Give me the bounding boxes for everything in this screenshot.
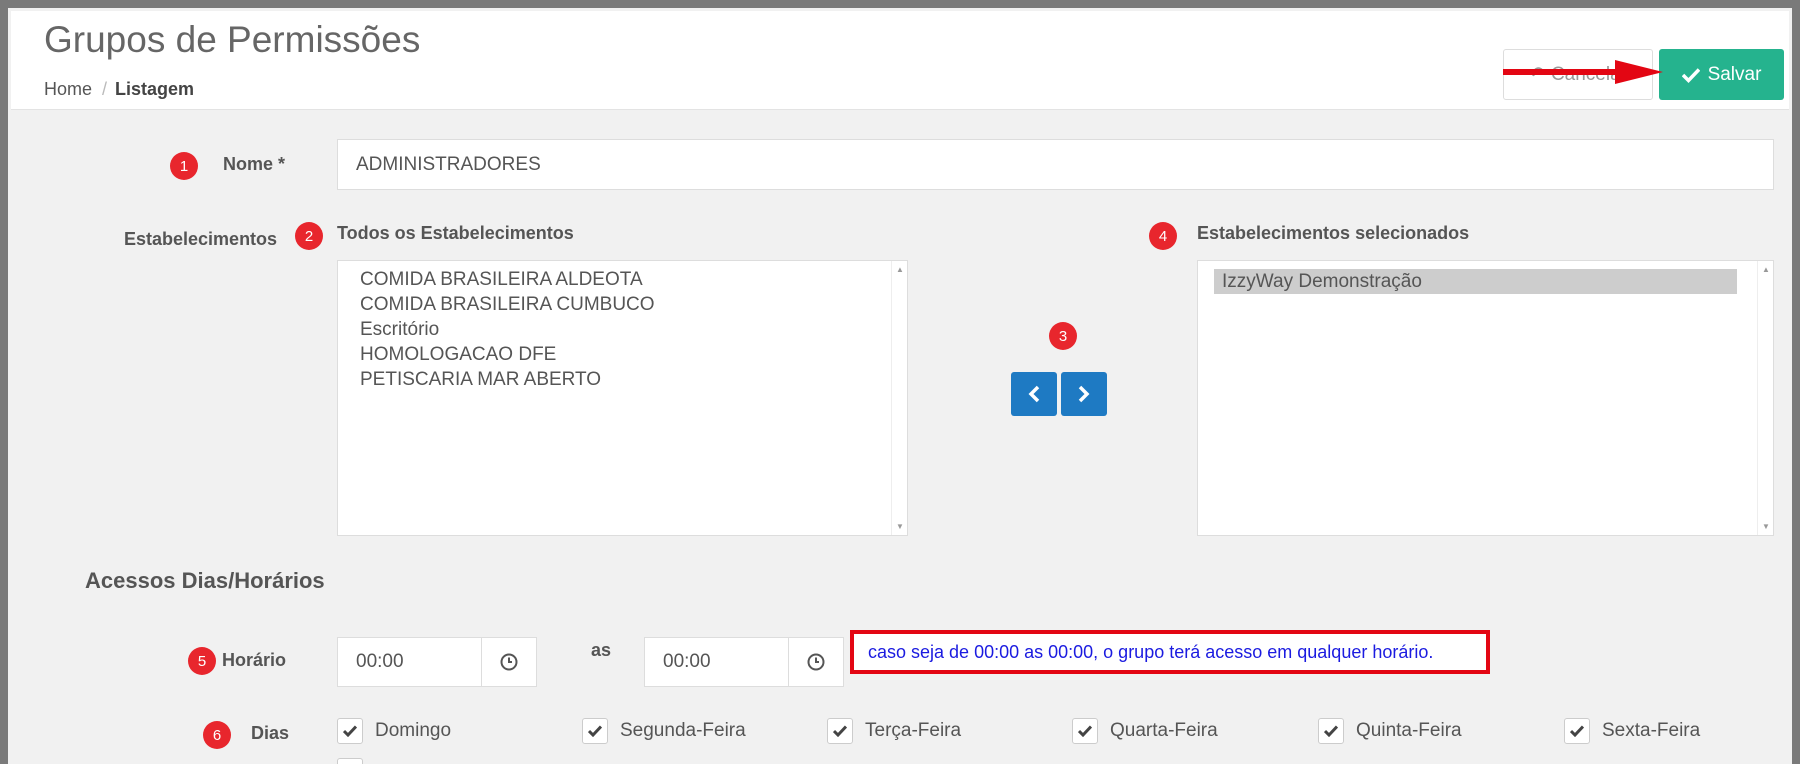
page-title: Grupos de Permissões <box>44 19 421 60</box>
clock-icon[interactable] <box>482 638 536 686</box>
selected-establishments-title: Estabelecimentos selecionados <box>1197 223 1470 243</box>
page-header: Grupos de Permissões Home/Listagem ↶ Can… <box>11 11 1789 110</box>
access-section-title: Acessos Dias/Horários <box>85 568 325 593</box>
scroll-down-icon[interactable]: ▼ <box>896 522 904 531</box>
day-label: Domingo <box>375 720 452 741</box>
list-item[interactable]: COMIDA BRASILEIRA ALDEOTA <box>338 267 907 292</box>
selected-establishments-list[interactable]: IzzyWay Demonstração ▲ ▼ <box>1197 260 1774 536</box>
checkbox[interactable] <box>827 718 853 744</box>
days-label: Dias <box>251 723 290 743</box>
checkbox[interactable] <box>1072 718 1098 744</box>
move-left-button[interactable] <box>1011 372 1057 416</box>
check-icon <box>1681 67 1700 83</box>
day-label: Sexta-Feira <box>1602 720 1701 741</box>
day-checkbox-quinta[interactable]: Quinta-Feira <box>1318 718 1462 744</box>
step-badge-3: 3 <box>1049 322 1077 350</box>
breadcrumb-current: Listagem <box>115 79 195 99</box>
check-icon <box>1324 725 1338 737</box>
list-item[interactable]: IzzyWay Demonstração <box>1214 269 1737 294</box>
scroll-down-icon[interactable]: ▼ <box>1762 522 1770 531</box>
annotation-arrow <box>1503 60 1663 84</box>
time-to-input[interactable]: 00:00 <box>644 637 844 687</box>
check-icon <box>588 725 602 737</box>
day-checkbox-terca[interactable]: Terça-Feira <box>827 718 961 744</box>
move-right-button[interactable] <box>1061 372 1107 416</box>
name-input[interactable]: ADMINISTRADORES <box>337 139 1774 190</box>
day-checkbox-sexta[interactable]: Sexta-Feira <box>1564 718 1700 744</box>
checkbox[interactable] <box>582 718 608 744</box>
checkbox[interactable] <box>1318 718 1344 744</box>
check-icon <box>343 725 357 737</box>
establishments-label: Estabelecimentos <box>124 229 278 249</box>
chevron-left-icon <box>1028 385 1040 403</box>
time-from-value[interactable]: 00:00 <box>338 638 482 686</box>
scroll-up-icon[interactable]: ▲ <box>1762 265 1770 274</box>
checkbox[interactable] <box>337 758 363 764</box>
time-to-value[interactable]: 00:00 <box>645 638 789 686</box>
step-badge-1: 1 <box>170 152 198 180</box>
check-icon <box>1570 725 1584 737</box>
list-item[interactable]: PETISCARIA MAR ABERTO <box>338 367 907 392</box>
breadcrumb-home[interactable]: Home <box>44 79 92 99</box>
app-frame: Grupos de Permissões Home/Listagem ↶ Can… <box>8 8 1792 764</box>
step-badge-2: 2 <box>295 222 323 250</box>
scroll-up-icon[interactable]: ▲ <box>896 265 904 274</box>
time-label: Horário <box>222 650 287 670</box>
checkbox[interactable] <box>1564 718 1590 744</box>
checkbox[interactable] <box>337 718 363 744</box>
day-label: Quinta-Feira <box>1356 720 1462 741</box>
name-label: Nome * <box>223 154 286 174</box>
all-establishments-title: Todos os Estabelecimentos <box>337 223 574 243</box>
list-item[interactable]: COMIDA BRASILEIRA CUMBUCO <box>338 292 907 317</box>
clock-icon[interactable] <box>789 638 843 686</box>
day-checkbox-domingo[interactable]: Domingo <box>337 718 451 744</box>
breadcrumb-separator: / <box>102 79 108 99</box>
save-button[interactable]: Salvar <box>1659 49 1784 100</box>
time-note: caso seja de 00:00 as 00:00, o grupo ter… <box>850 630 1490 674</box>
day-checkbox-segunda[interactable]: Segunda-Feira <box>582 718 746 744</box>
step-badge-6: 6 <box>203 721 231 749</box>
time-separator: as <box>591 640 612 660</box>
breadcrumb: Home / Listagem <box>44 79 194 100</box>
step-badge-4: 4 <box>1149 222 1177 250</box>
all-establishments-list[interactable]: COMIDA BRASILEIRA ALDEOTA COMIDA BRASILE… <box>337 260 908 536</box>
chevron-right-icon <box>1078 385 1090 403</box>
day-label: Terça-Feira <box>865 720 962 741</box>
day-checkbox-quarta[interactable]: Quarta-Feira <box>1072 718 1218 744</box>
list-item[interactable]: Escritório <box>338 317 907 342</box>
check-icon <box>1078 725 1092 737</box>
check-icon <box>833 725 847 737</box>
save-label: Salvar <box>1707 63 1762 85</box>
list-item[interactable]: HOMOLOGACAO DFE <box>338 342 907 367</box>
time-from-input[interactable]: 00:00 <box>337 637 537 687</box>
day-label: Quarta-Feira <box>1110 720 1218 741</box>
day-label: Segunda-Feira <box>620 720 746 741</box>
step-badge-5: 5 <box>188 647 216 675</box>
scrollbar[interactable]: ▲ ▼ <box>891 261 907 535</box>
scrollbar[interactable]: ▲ ▼ <box>1757 261 1773 535</box>
